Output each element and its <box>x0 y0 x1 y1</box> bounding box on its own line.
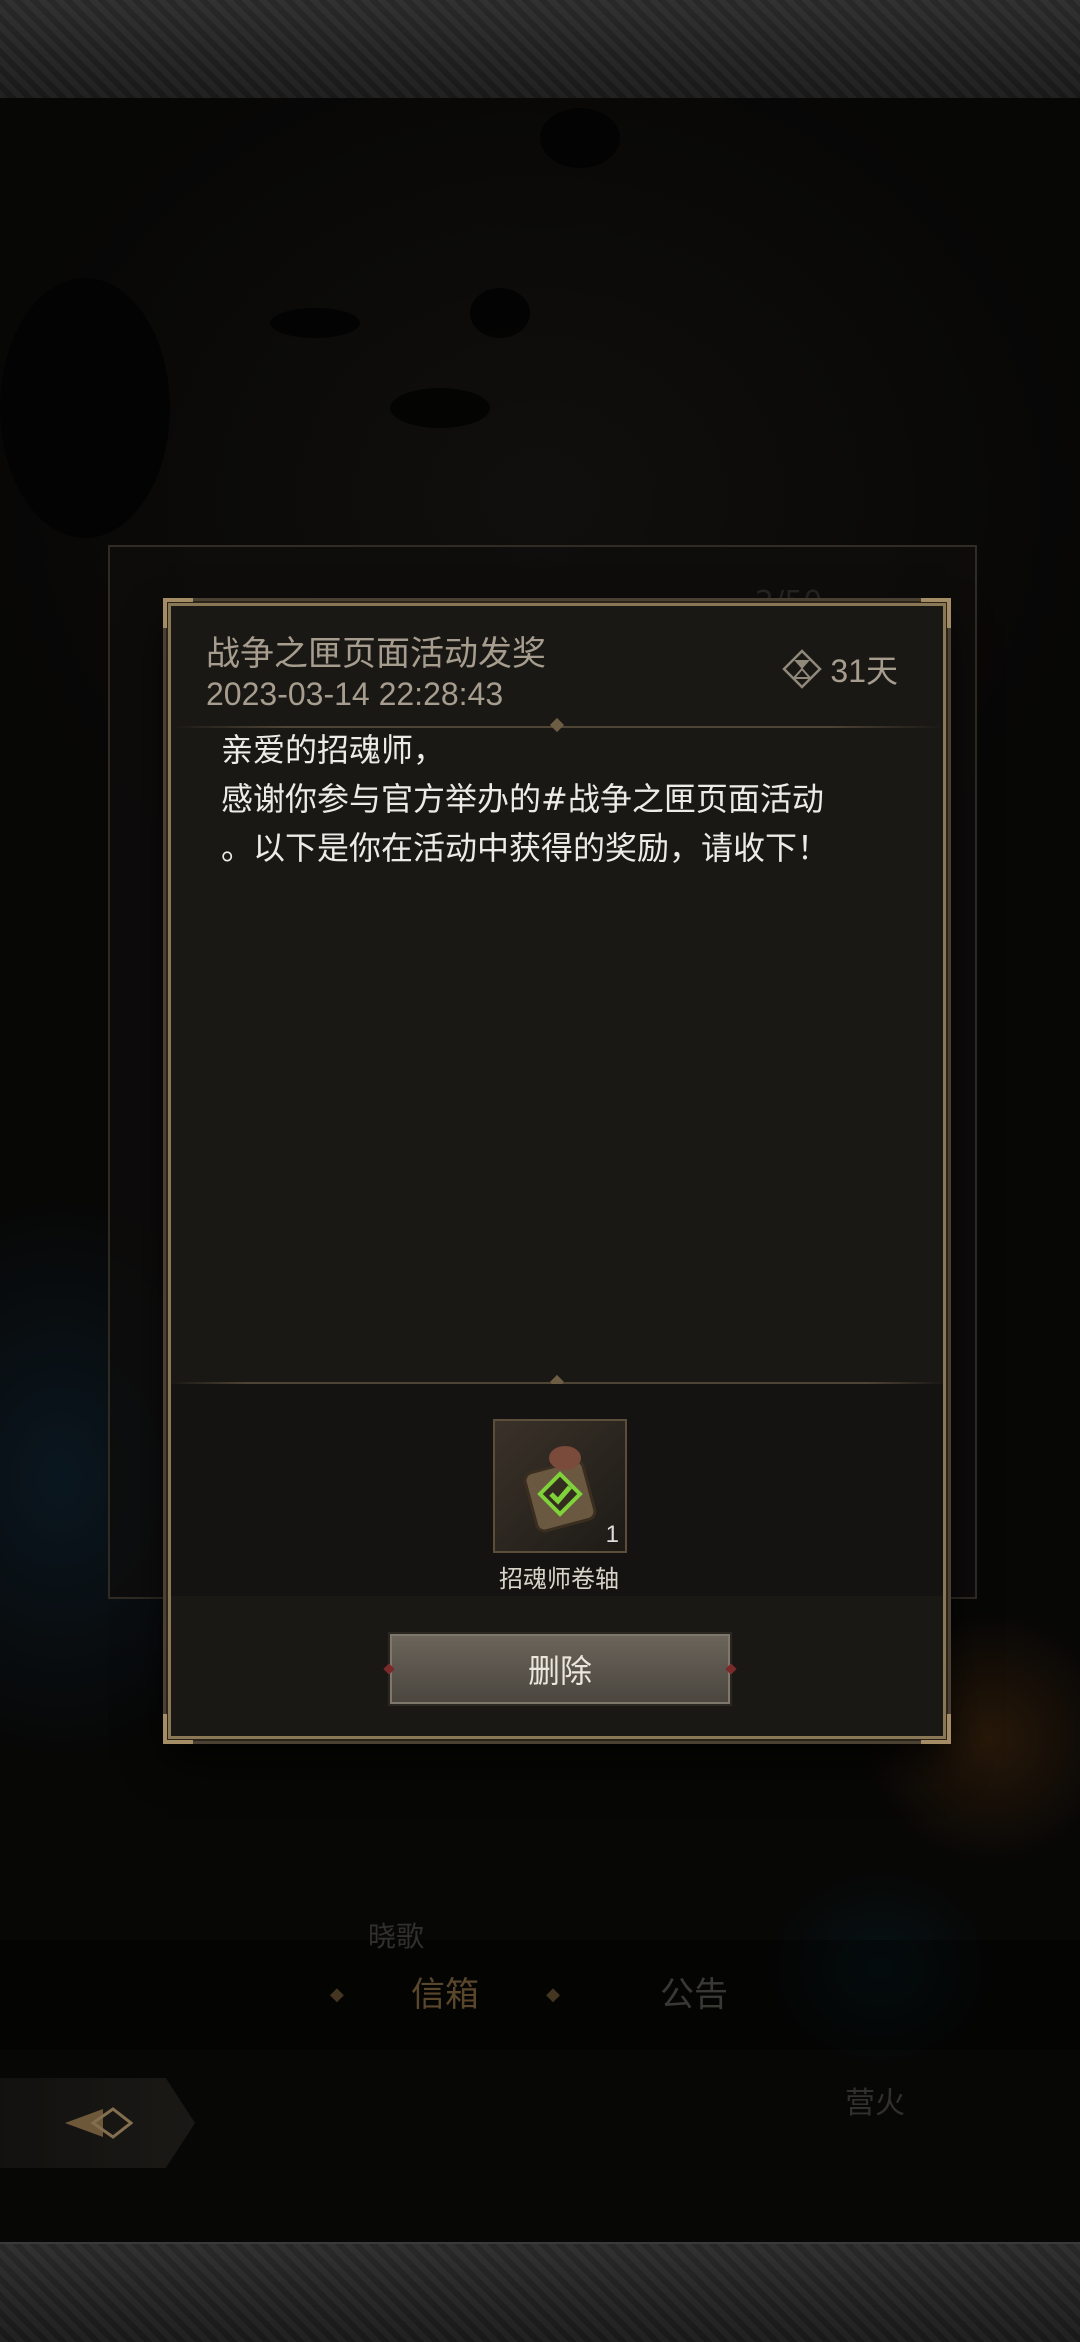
reward-count: 1 <box>605 1521 619 1548</box>
mail-expiry: 31天 <box>782 646 898 692</box>
mail-detail-dialog: 战争之匣页面活动发奖 2023-03-14 22:28:43 31天 亲爱的招魂… <box>163 598 951 1744</box>
scroll-icon <box>523 1446 597 1533</box>
button-ornament <box>725 1663 737 1675</box>
mail-date: 2023-03-14 22:28:43 <box>206 676 504 712</box>
delete-button-label: 删除 <box>527 1652 592 1690</box>
corner-ornament <box>163 598 193 628</box>
corner-ornament <box>921 1714 951 1744</box>
bottom-ornament-bar <box>0 2242 1080 2342</box>
top-ornament-bar <box>0 0 1080 100</box>
reward-item-slot[interactable]: 1 <box>493 1419 627 1553</box>
reward-item-name: 招魂师卷轴 <box>499 1565 619 1593</box>
hourglass-icon <box>782 649 823 689</box>
mail-subject: 战争之匣页面活动发奖 <box>206 634 546 674</box>
corner-ornament <box>163 1714 193 1744</box>
corner-ornament <box>921 598 951 628</box>
button-ornament <box>383 1663 395 1675</box>
expiry-days: 31天 <box>830 653 898 689</box>
mail-body-text: 亲爱的招魂师， 感谢你参与官方举办的#战争之匣页面活动 。以下是你在活动中获得的… <box>221 731 830 867</box>
delete-button[interactable]: 删除 <box>383 1632 737 1706</box>
attachment-area: 1 招魂师卷轴 <box>171 1384 943 1596</box>
